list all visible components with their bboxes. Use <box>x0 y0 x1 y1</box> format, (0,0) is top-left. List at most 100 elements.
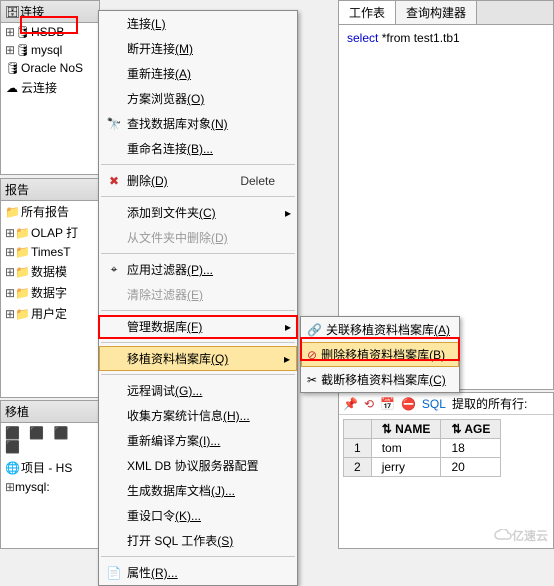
menu-generate-doc[interactable]: 生成数据库文档(J)... <box>99 478 297 503</box>
menu-xmldb-config[interactable]: XML DB 协议服务器配置 <box>99 453 297 478</box>
menu-recompile-schema[interactable]: 重新编译方案(I)... <box>99 428 297 453</box>
folder-icon: 📁 <box>5 205 19 219</box>
cloud-icon: ☁ <box>5 81 19 95</box>
folder-icon: 📁 <box>15 286 29 300</box>
sort-icon: ⇅ <box>451 422 461 436</box>
conn-hsdb[interactable]: ⊞🛢HSDB <box>1 23 99 41</box>
submenu-arrow-icon: ▸ <box>285 206 291 220</box>
menu-separator <box>101 164 295 165</box>
menu-separator <box>101 374 295 375</box>
db-icon: 🛢 <box>5 61 19 75</box>
results-grid: ⇅ NAME⇅ AGE 1tom18 2jerry20 <box>343 419 501 477</box>
menu-separator <box>101 310 295 311</box>
migration-mysql[interactable]: ⊞mysql: <box>1 478 99 496</box>
tab-query-builder[interactable]: 查询构建器 <box>396 1 477 24</box>
menu-remote-debug[interactable]: 远程调试(G)... <box>99 378 297 403</box>
menu-rename-connection[interactable]: 重命名连接(B)... <box>99 136 297 161</box>
menu-open-sql-worksheet[interactable]: 打开 SQL 工作表(S) <box>99 528 297 553</box>
submenu-arrow-icon: ▸ <box>285 320 291 334</box>
submenu-truncate-repo[interactable]: ✂截断移植资料档案库(C) <box>301 367 459 392</box>
sql-text: *from test1.tb1 <box>378 31 459 45</box>
submenu-arrow-icon: ▸ <box>284 352 290 366</box>
col-name[interactable]: ⇅ NAME <box>371 420 441 439</box>
menu-reconnect[interactable]: 重新连接(A) <box>99 61 297 86</box>
sql-editor[interactable]: select *from test1.tb1 <box>339 25 553 52</box>
results-toolbar: 📌 ⟲ 📅 ⛔ SQL 提取的所有行: <box>339 393 553 415</box>
folder-icon: 📁 <box>15 245 29 259</box>
table-row[interactable]: 2jerry20 <box>344 458 501 477</box>
context-menu: 连接(L) 断开连接(M) 重新连接(A) 方案浏览器(O) 🔭查找数据库对象(… <box>98 10 298 586</box>
mig-icon-2[interactable]: ⬛ <box>29 426 44 440</box>
menu-separator <box>101 556 295 557</box>
truncate-icon: ✂ <box>307 373 317 387</box>
connections-title: 连接 <box>20 5 44 19</box>
data-model-reports[interactable]: ⊞📁数据模 <box>1 261 99 282</box>
sql-keyword: select <box>347 31 378 45</box>
editor-tabs: 工作表 查询构建器 <box>339 1 553 25</box>
filter-icon: ⌖ <box>105 262 123 277</box>
folder-icon: 📁 <box>15 226 29 240</box>
folder-icon: 📁 <box>15 307 29 321</box>
connections-header: 🗄连接 <box>1 1 99 23</box>
col-age[interactable]: ⇅ AGE <box>441 420 501 439</box>
submenu-delete-repo[interactable]: ⊘删除移植资料档案库(B) <box>301 342 459 367</box>
folder-icon: 📁 <box>15 265 29 279</box>
conn-oracle-nosql[interactable]: 🛢Oracle NoS <box>1 59 99 77</box>
all-reports[interactable]: 📁所有报告 <box>1 201 99 222</box>
menu-separator <box>101 196 295 197</box>
menu-clear-filter: 清除过滤器(E) <box>99 282 297 307</box>
menu-manage-db[interactable]: 管理数据库(F)▸ <box>99 314 297 339</box>
undo-icon[interactable]: ⟲ <box>364 397 374 411</box>
project-icon: 🌐 <box>5 461 19 475</box>
link-icon: 🔗 <box>307 323 322 337</box>
table-row[interactable]: 1tom18 <box>344 439 501 458</box>
conn-mysql[interactable]: ⊞🛢mysql <box>1 41 99 59</box>
menu-delete[interactable]: ✖删除(D)Delete <box>99 168 297 193</box>
menu-reset-password[interactable]: 重设口令(K)... <box>99 503 297 528</box>
menu-separator <box>101 342 295 343</box>
delete-icon: ⊘ <box>307 348 317 362</box>
sql-label[interactable]: SQL <box>422 397 446 411</box>
binoculars-icon: 🔭 <box>105 117 123 131</box>
migration-submenu: 🔗关联移植资料档案库(A) ⊘删除移植资料档案库(B) ✂截断移植资料档案库(C… <box>300 316 460 393</box>
db-icon: 🗄 <box>5 5 20 19</box>
db-icon: 🛢 <box>15 43 29 57</box>
db-icon: 🛢 <box>15 25 29 39</box>
submenu-associate-repo[interactable]: 🔗关联移植资料档案库(A) <box>301 317 459 342</box>
migration-toolbar: ⬛ ⬛ ⬛ ⬛ <box>1 423 99 457</box>
menu-properties[interactable]: 📄属性(R)... <box>99 560 297 585</box>
connections-panel: 🗄连接 ⊞🛢HSDB ⊞🛢mysql 🛢Oracle NoS ☁云连接 <box>0 0 100 175</box>
tab-worksheet[interactable]: 工作表 <box>339 1 396 24</box>
olap-reports[interactable]: ⊞📁OLAP 打 <box>1 222 99 243</box>
menu-apply-filter[interactable]: ⌖应用过滤器(P)... <box>99 257 297 282</box>
menu-migration-repo[interactable]: 移植资料档案库(Q)▸ <box>99 346 297 371</box>
migration-header: 移植 <box>1 401 99 423</box>
data-dict-reports[interactable]: ⊞📁数据字 <box>1 282 99 303</box>
results-pane: 📌 ⟲ 📅 ⛔ SQL 提取的所有行: ⇅ NAME⇅ AGE 1tom18 2… <box>338 392 554 549</box>
reports-header: 报告 <box>1 179 99 201</box>
calendar-icon[interactable]: 📅 <box>380 397 395 411</box>
menu-separator <box>101 253 295 254</box>
timesten-reports[interactable]: ⊞📁TimesT <box>1 243 99 261</box>
stop-icon[interactable]: ⛔ <box>401 397 416 411</box>
conn-cloud[interactable]: ☁云连接 <box>1 77 99 98</box>
mig-icon-4[interactable]: ⬛ <box>5 440 20 454</box>
reports-panel: 报告 📁所有报告 ⊞📁OLAP 打 ⊞📁TimesT ⊞📁数据模 ⊞📁数据字 ⊞… <box>0 178 100 398</box>
menu-connect[interactable]: 连接(L) <box>99 11 297 36</box>
menu-gather-stats[interactable]: 收集方案统计信息(H)... <box>99 403 297 428</box>
fetch-label: 提取的所有行: <box>452 395 527 412</box>
user-defined-reports[interactable]: ⊞📁用户定 <box>1 303 99 324</box>
migration-panel: 移植 ⬛ ⬛ ⬛ ⬛ 🌐项目 - HS ⊞mysql: <box>0 400 100 549</box>
menu-disconnect[interactable]: 断开连接(M) <box>99 36 297 61</box>
properties-icon: 📄 <box>105 566 123 580</box>
mig-icon-1[interactable]: ⬛ <box>5 426 20 440</box>
menu-remove-from-folder: 从文件夹中删除(D) <box>99 225 297 250</box>
menu-add-to-folder[interactable]: 添加到文件夹(C)▸ <box>99 200 297 225</box>
migration-project[interactable]: 🌐项目 - HS <box>1 457 99 478</box>
mig-icon-3[interactable]: ⬛ <box>54 426 69 440</box>
delete-icon: ✖ <box>105 174 123 188</box>
pin-icon[interactable]: 📌 <box>343 397 358 411</box>
menu-schema-browser[interactable]: 方案浏览器(O) <box>99 86 297 111</box>
menu-find-db-object[interactable]: 🔭查找数据库对象(N) <box>99 111 297 136</box>
sort-icon: ⇅ <box>382 422 392 436</box>
